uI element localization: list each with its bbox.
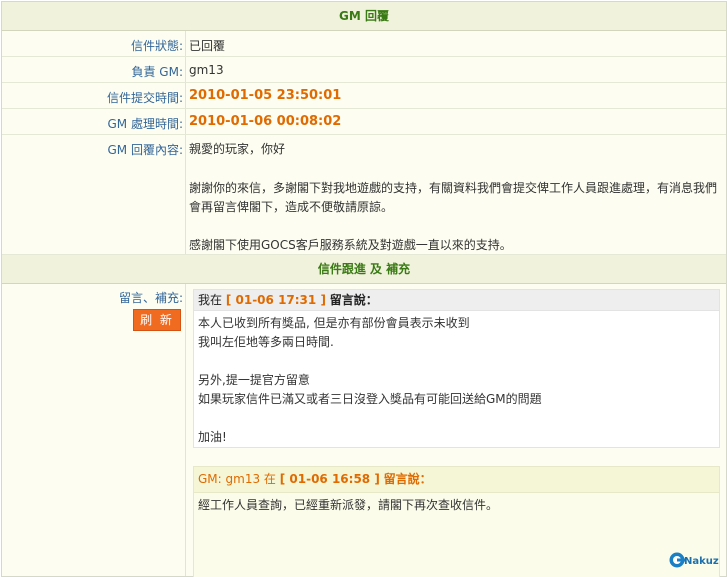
message-line: 加油! xyxy=(198,430,227,444)
message-line: 我叫左佢地等多兩日時間. xyxy=(198,335,334,349)
gm-value: gm13 xyxy=(189,63,224,77)
gm-label: 負責 GM: xyxy=(131,65,183,79)
reply-line: 會再留言俾閣下，造成不便敬請原諒。 xyxy=(189,200,394,214)
ticket-panel: GM 回覆 信件狀態: 已回覆 負責 GM: gm13 信件提交時間: 2010… xyxy=(1,1,727,577)
gm-message-header: GM: gm13 在 [ 01-06 16:58 ] 留言說： xyxy=(194,467,719,493)
user-message: 我在 [ 01-06 17:31 ] 留言說： 本人已收到所有獎品, 但是亦有部… xyxy=(193,289,720,448)
gm-reply-header: GM 回覆 xyxy=(2,2,726,31)
message-line: 另外,提一提官方留意 xyxy=(198,373,310,387)
watermark-text: Nakuz xyxy=(684,556,719,567)
process-time-row: GM 處理時間: 2010-01-06 00:08:02 xyxy=(2,109,726,135)
nakuz-watermark-logo: Nakuz xyxy=(669,552,719,568)
followup-header: 信件跟進 及 補充 xyxy=(2,255,726,284)
message-prefix: GM: gm13 在 xyxy=(198,472,276,486)
message-line: 如果玩家信件已滿又或者三日沒登入獎品有可能回送給GM的問題 xyxy=(198,392,542,406)
gm-row: 負責 GM: gm13 xyxy=(2,57,726,83)
gm-message-body: 經工作人員查詢，已經重新派發，請閣下再次查收信件。 xyxy=(194,493,719,518)
status-value: 已回覆 xyxy=(189,39,226,53)
message-prefix: 我在 xyxy=(198,293,223,307)
message-time: [ 01-06 16:58 ] xyxy=(279,472,380,486)
reply-line: 謝謝你的來信，多謝閣下對我地遊戲的支持，有關資料我們會提交俾工作人員跟進處理，有… xyxy=(189,181,718,195)
process-time-label: GM 處理時間: xyxy=(107,117,183,131)
reply-content-row: GM 回覆內容: 親愛的玩家，你好 謝謝你的來信，多謝閣下對我地遊戲的支持，有關… xyxy=(2,135,726,255)
submit-time-value: 2010-01-05 23:50:01 xyxy=(189,88,342,103)
status-label: 信件狀態: xyxy=(130,39,183,53)
status-row: 信件狀態: 已回覆 xyxy=(2,31,726,57)
submit-time-row: 信件提交時間: 2010-01-05 23:50:01 xyxy=(2,83,726,109)
gm-message: GM: gm13 在 [ 01-06 16:58 ] 留言說： 經工作人員查詢，… xyxy=(193,466,720,577)
refresh-button[interactable]: 刷 新 xyxy=(133,309,181,331)
process-time-value: 2010-01-06 00:08:02 xyxy=(189,114,342,129)
message-line: 本人已收到所有獎品, 但是亦有部份會員表示未收到 xyxy=(198,316,470,330)
column-divider xyxy=(185,284,186,576)
submit-time-label: 信件提交時間: xyxy=(106,91,183,105)
user-message-header: 我在 [ 01-06 17:31 ] 留言說： xyxy=(194,290,719,311)
reply-greeting: 親愛的玩家，你好 xyxy=(189,142,286,156)
message-suffix: 留言說： xyxy=(329,293,378,307)
user-message-body: 本人已收到所有獎品, 但是亦有部份會員表示未收到 我叫左佢地等多兩日時間. 另外… xyxy=(194,311,719,450)
message-time: [ 01-06 17:31 ] xyxy=(225,293,326,307)
message-suffix: 留言說： xyxy=(383,472,432,486)
message-line: 經工作人員查詢，已經重新派發，請閣下再次查收信件。 xyxy=(198,498,499,512)
followup-label: 留言、補充: xyxy=(118,291,183,305)
reply-content-label: GM 回覆內容: xyxy=(107,143,183,157)
reply-closing: 感謝閣下使用GOCS客戶服務系統及對遊戲一直以來的支持。 xyxy=(189,238,512,252)
